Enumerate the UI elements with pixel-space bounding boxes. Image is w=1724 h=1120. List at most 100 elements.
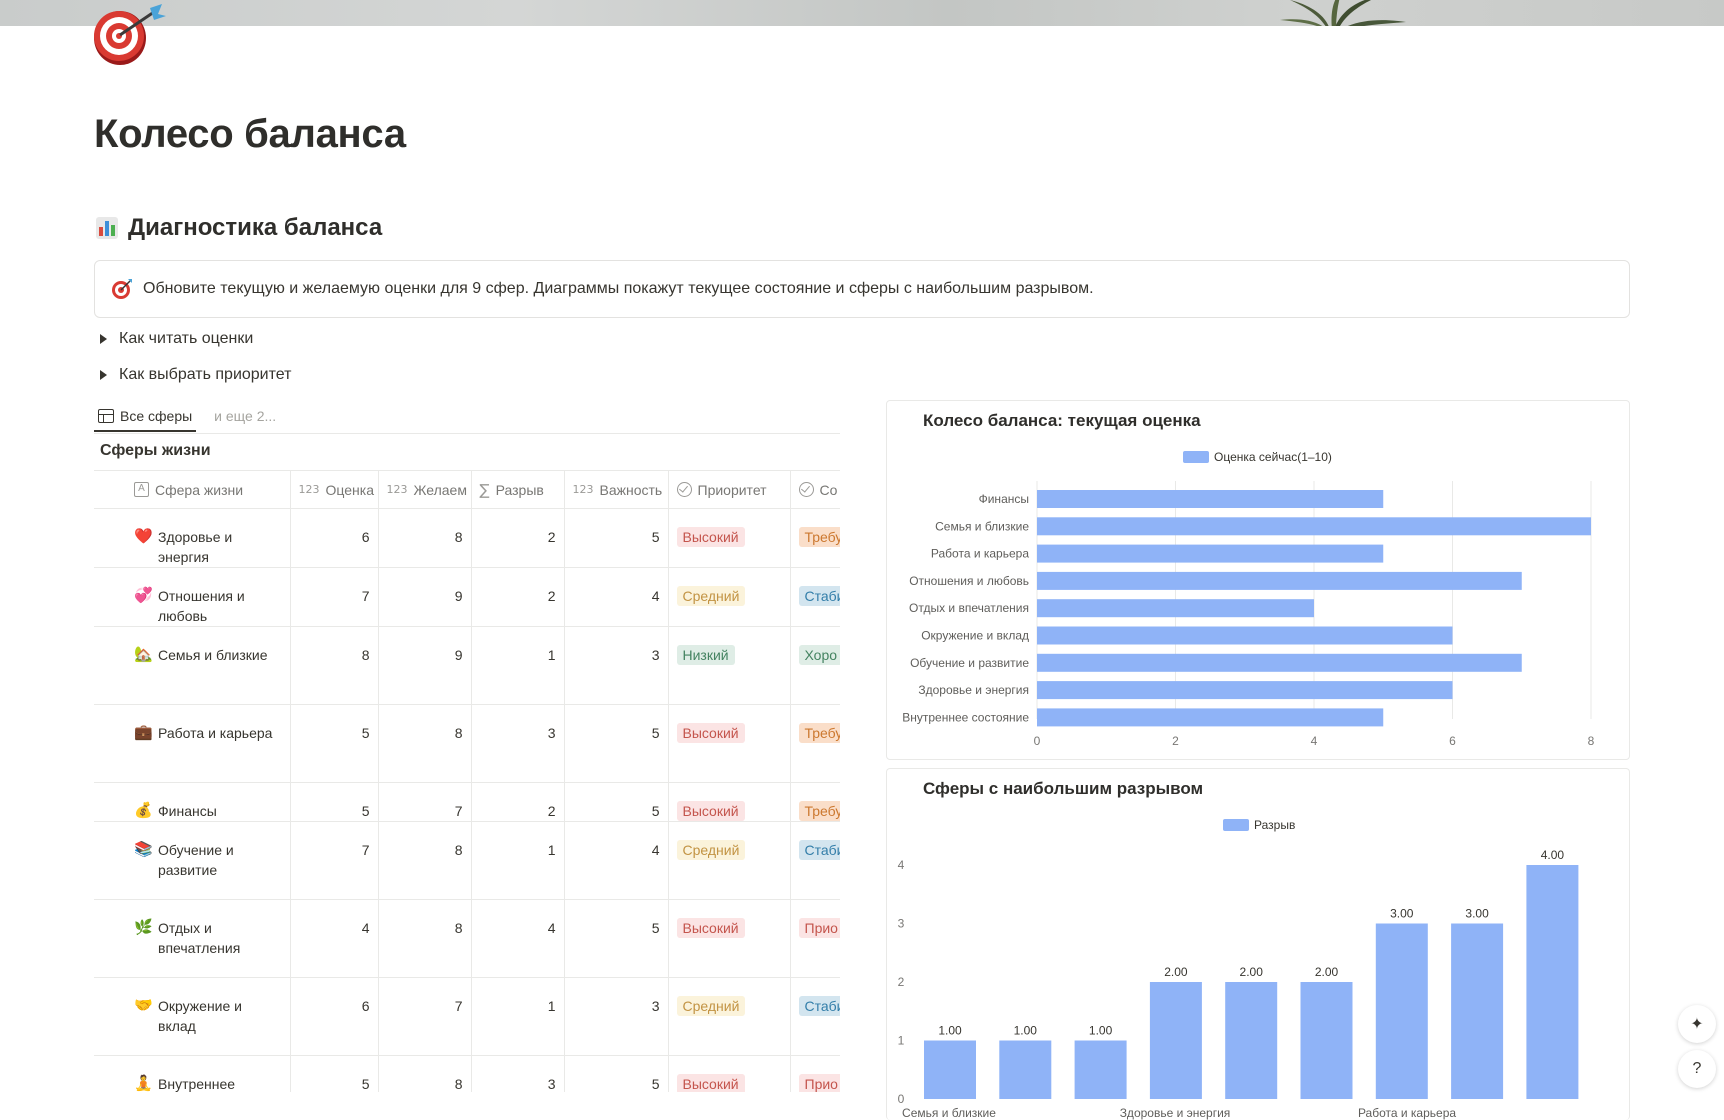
bar[interactable] (1149, 982, 1202, 1099)
row-handle[interactable] (94, 977, 126, 1056)
toggle-triangle-icon[interactable] (100, 370, 107, 380)
bar[interactable] (999, 1040, 1052, 1100)
table-row[interactable]: 💞 Отношения и любовь 7924 Средний Стаби (94, 567, 840, 627)
cell-status[interactable]: Прио (790, 1055, 840, 1092)
cell-importance[interactable]: 4 (564, 567, 669, 627)
table-row[interactable]: 💰 Финансы 5 7 2 5 Высокий Требу (94, 782, 840, 822)
bar[interactable] (1037, 599, 1314, 618)
cell-priority[interactable]: Высокий (668, 899, 791, 978)
cell-importance[interactable]: 3 (564, 626, 669, 705)
page-title[interactable]: Колесо баланса (94, 112, 406, 157)
cell-status[interactable]: Требу (790, 782, 840, 822)
cell-status[interactable]: Хоро (790, 626, 840, 705)
column-header-desired[interactable]: 123 Желаем (378, 470, 472, 509)
cell-score[interactable]: 8 (290, 626, 379, 705)
cell-priority[interactable]: Высокий (668, 704, 791, 783)
cell-score[interactable]: 5 (290, 1055, 379, 1092)
cell-importance[interactable]: 3 (564, 977, 669, 1056)
cell-gap[interactable]: 2 (471, 567, 565, 627)
bar[interactable] (924, 1040, 976, 1100)
cell-importance[interactable]: 5 (564, 1055, 669, 1092)
cell-sphere-name[interactable]: 📚 Обучение и развитие (126, 821, 291, 900)
cell-score[interactable]: 5 (290, 704, 379, 783)
toggle-read-scores[interactable]: Как читать оценки (100, 330, 253, 348)
cell-score[interactable]: 7 (290, 567, 379, 627)
cell-importance[interactable]: 5 (564, 782, 669, 822)
cell-status[interactable]: Стаби (790, 567, 840, 627)
column-header-score[interactable]: 123 Оценка (290, 470, 379, 509)
cell-priority[interactable]: Высокий (668, 1055, 791, 1092)
cell-sphere-name[interactable]: 💼 Работа и карьера (126, 704, 291, 783)
row-handle[interactable] (94, 626, 126, 705)
cell-sphere-name[interactable]: 🌿 Отдых и впечатления (126, 899, 291, 978)
cell-priority[interactable]: Средний (668, 567, 791, 627)
column-header-status[interactable]: Со (790, 470, 840, 509)
table-row[interactable]: 💼 Работа и карьера 5 8 3 5 Высокий Требу (94, 704, 840, 783)
cell-sphere-name[interactable]: 💰 Финансы (126, 782, 291, 822)
cell-desired[interactable]: 8 (378, 899, 472, 978)
cell-desired[interactable]: 9 (378, 567, 472, 627)
cell-priority[interactable]: Средний (668, 821, 791, 900)
table-row[interactable]: 🏡 Семья и близкие 8 9 1 3 Низкий Хоро (94, 626, 840, 705)
cell-status[interactable]: Требу (790, 508, 840, 568)
cell-priority[interactable]: Низкий (668, 626, 791, 705)
table-row[interactable]: 🧘Внутреннее состояние5835ВысокийПрио (94, 1055, 840, 1092)
chart-current-score[interactable]: Колесо баланса: текущая оценка Оценка се… (886, 400, 1630, 760)
cell-sphere-name[interactable]: 🤝 Окружение и вклад (126, 977, 291, 1056)
cell-importance[interactable]: 4 (564, 821, 669, 900)
row-handle[interactable] (94, 782, 126, 822)
bar[interactable] (1375, 923, 1428, 1100)
cell-desired[interactable]: 9 (378, 626, 472, 705)
bar[interactable] (1037, 708, 1384, 727)
cell-gap[interactable]: 2 (471, 782, 565, 822)
cell-sphere-name[interactable]: 💞 Отношения и любовь (126, 567, 291, 627)
chart-largest-gap[interactable]: Сферы с наибольшим разрывом Разрыв 0 1 2 3 4 1… (886, 768, 1630, 1120)
bar[interactable] (1037, 490, 1384, 508)
cell-gap[interactable]: 4 (471, 899, 565, 978)
toggle-choose-priority[interactable]: Как выбрать приоритет (100, 366, 291, 384)
cell-gap[interactable]: 1 (471, 821, 565, 900)
cell-status[interactable]: Стаби (790, 821, 840, 900)
cell-gap[interactable]: 1 (471, 626, 565, 705)
more-views-button[interactable]: и еще 2... (214, 402, 276, 430)
column-header-name[interactable]: A Сфера жизни (126, 470, 291, 509)
row-handle[interactable] (94, 821, 126, 900)
bar[interactable] (1451, 923, 1504, 1100)
cell-score[interactable]: 6 (290, 508, 379, 568)
view-tab-all-spheres[interactable]: Все сферы (94, 402, 197, 432)
cell-desired[interactable]: 8 (378, 704, 472, 783)
cell-gap[interactable]: 1 (471, 977, 565, 1056)
cell-score[interactable]: 6 (290, 977, 379, 1056)
cell-status[interactable]: Требу (790, 704, 840, 783)
cell-importance[interactable]: 5 (564, 899, 669, 978)
cell-status[interactable]: Стаби (790, 977, 840, 1056)
cell-score[interactable]: 4 (290, 899, 379, 978)
ai-assistant-button[interactable]: ✦ (1678, 1005, 1716, 1043)
row-handle[interactable] (94, 567, 126, 627)
bar[interactable] (1037, 517, 1591, 536)
section-heading[interactable]: Диагностика баланса (96, 214, 382, 242)
cell-importance[interactable]: 5 (564, 704, 669, 783)
bar[interactable] (1037, 626, 1453, 645)
cell-desired[interactable]: 7 (378, 977, 472, 1056)
cell-score[interactable]: 5 (290, 782, 379, 822)
cell-sphere-name[interactable]: 🧘 Внутреннее состояние (126, 1055, 291, 1092)
bar[interactable] (1225, 982, 1278, 1099)
cell-desired[interactable]: 8 (378, 508, 472, 568)
column-header-importance[interactable]: 123 Важность (564, 470, 669, 509)
bar[interactable] (1037, 681, 1453, 700)
database-title[interactable]: Сферы жизни (100, 442, 211, 460)
target-dart-icon[interactable] (92, 2, 174, 66)
bar[interactable] (1037, 653, 1522, 672)
bar[interactable] (1300, 982, 1353, 1099)
table-row[interactable]: 🤝 Окружение и вклад 6713 Средний Стаби (94, 977, 840, 1056)
cell-sphere-name[interactable]: ❤️ Здоровье и энергия (126, 508, 291, 568)
table-row[interactable]: ❤️ Здоровье и энергия 6 8 2 5 Высокий Требу (94, 508, 840, 568)
cell-gap[interactable]: 3 (471, 704, 565, 783)
bar[interactable] (1074, 1040, 1127, 1100)
table-row[interactable]: 🌿 Отдых и впечатления 4 8 4 5 Высокий Прио (94, 899, 840, 978)
cell-importance[interactable]: 5 (564, 508, 669, 568)
cell-desired[interactable]: 8 (378, 821, 472, 900)
row-handle[interactable] (94, 1055, 126, 1092)
table-row[interactable]: 📚 Обучение и развитие 7814 Средний Стаби (94, 821, 840, 900)
